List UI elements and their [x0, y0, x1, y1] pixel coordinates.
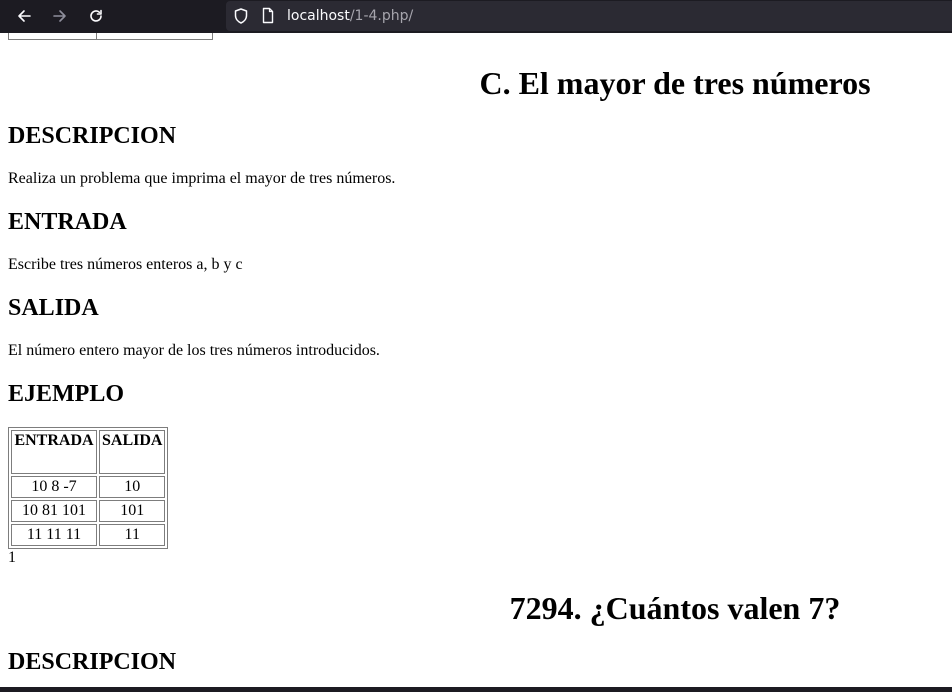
url-path: /1-4.php/ — [349, 8, 414, 24]
reload-button[interactable] — [82, 3, 110, 29]
url-text[interactable]: localhost/1-4.php/ — [287, 8, 413, 24]
salida-cell: 11 — [99, 524, 166, 546]
table-header-row: ENTRADA SALIDA — [11, 430, 166, 474]
previous-table-fragment — [8, 33, 213, 40]
back-button[interactable] — [10, 3, 38, 29]
salida-column-header: SALIDA — [99, 430, 166, 474]
url-host: localhost — [287, 8, 350, 24]
entrada-cell: 10 81 101 — [11, 500, 97, 522]
salida-cell: 10 — [99, 476, 166, 498]
descripcion-heading: DESCRIPCION — [8, 123, 177, 149]
taskbar-edge — [0, 687, 952, 692]
salida-cell: 101 — [99, 500, 166, 522]
entrada-text: Escribe tres números enteros a, b y c — [8, 256, 243, 273]
forward-button[interactable] — [46, 3, 74, 29]
output-text: 1 — [8, 549, 16, 566]
next-descripcion-heading: DESCRIPCION — [8, 649, 177, 675]
entrada-cell: 11 11 11 — [11, 524, 97, 546]
table-row: 11 11 11 11 — [11, 524, 166, 546]
forward-arrow-icon — [53, 10, 66, 22]
reload-icon — [90, 9, 102, 22]
shield-icon[interactable] — [233, 7, 249, 25]
page-content: C. El mayor de tres números DESCRIPCION … — [0, 33, 952, 687]
salida-heading: SALIDA — [8, 295, 99, 321]
entrada-cell: 10 8 -7 — [11, 476, 97, 498]
page-icon — [262, 7, 274, 24]
example-table: ENTRADA SALIDA 10 8 -7 10 10 81 101 101 … — [8, 427, 169, 549]
next-problem-title: 7294. ¿Cuántos valen 7? — [509, 590, 841, 626]
browser-toolbar: localhost/1-4.php/ — [0, 0, 952, 33]
problem-title: C. El mayor de tres números — [479, 65, 871, 101]
table-row: 10 81 101 101 — [11, 500, 166, 522]
back-arrow-icon — [18, 10, 31, 22]
salida-text: El número entero mayor de los tres númer… — [8, 342, 380, 359]
table-row: 10 8 -7 10 — [11, 476, 166, 498]
descripcion-text: Realiza un problema que imprima el mayor… — [8, 170, 396, 187]
entrada-column-header: ENTRADA — [11, 430, 97, 474]
entrada-heading: ENTRADA — [8, 209, 127, 235]
ejemplo-heading: EJEMPLO — [8, 381, 125, 407]
